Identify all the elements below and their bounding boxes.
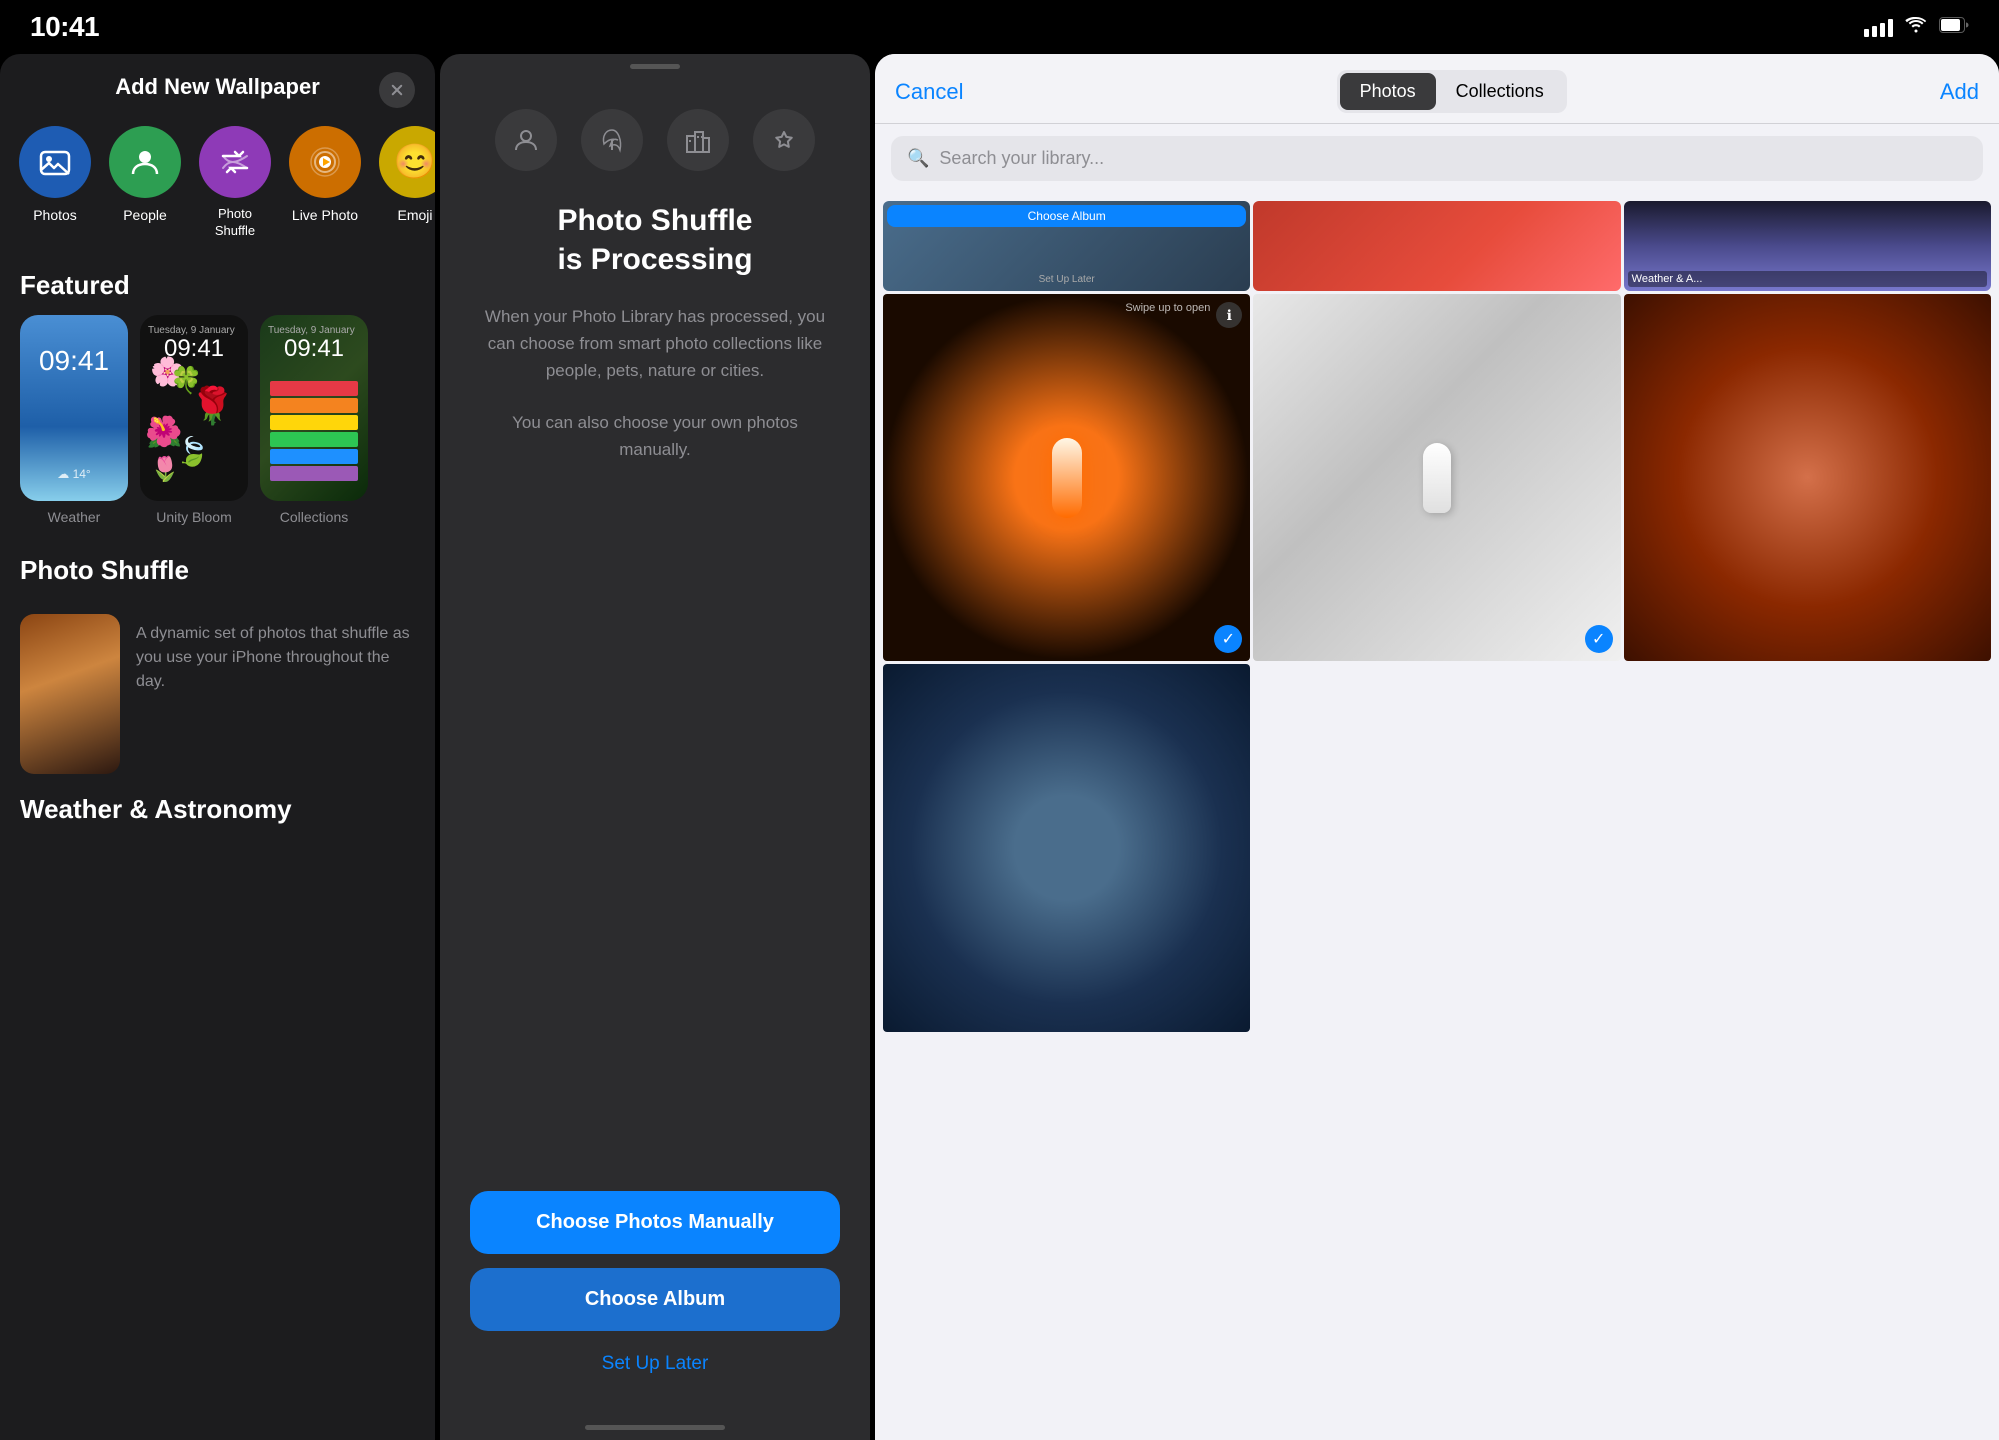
- weather-label: Weather: [20, 509, 128, 525]
- collections-time: 09:41: [260, 335, 368, 363]
- photo-shuffle-processing-panel: Photo Shuffle is Processing When your Ph…: [440, 54, 870, 1440]
- signal-icon: [1864, 17, 1893, 37]
- wifi-icon: [1905, 16, 1927, 39]
- tab-photos[interactable]: Photos: [1340, 73, 1436, 110]
- choose-album-thumb[interactable]: Choose Album Set Up Later: [883, 201, 1250, 291]
- photo-shuffle-type-label: Photo Shuffle: [215, 206, 255, 240]
- featured-section-title: Featured: [0, 260, 435, 315]
- unity-bloom-label: Unity Bloom: [140, 509, 248, 525]
- choose-album-button[interactable]: Choose Album: [470, 1268, 840, 1331]
- photo-1-inner: [883, 294, 1250, 661]
- battery-icon: [1939, 16, 1969, 39]
- unity-bloom-preview: 09:41 Tuesday, 9 January 🌸 🌹 🌺 🍀 🍃 🌷: [140, 315, 248, 501]
- shuffle-preview-thumb: [20, 614, 120, 774]
- status-icons: [1864, 16, 1969, 39]
- status-time: 10:41: [30, 11, 99, 43]
- processing-desc-1: When your Photo Library has processed, y…: [440, 303, 870, 385]
- photo-cell-2[interactable]: ✓: [1253, 294, 1620, 661]
- check-2: ✓: [1585, 625, 1613, 653]
- type-live-photo[interactable]: Live Photo: [280, 126, 370, 240]
- wallpaper-types-row: Photos People: [0, 116, 435, 260]
- weather-album-thumb[interactable]: Weather & A...: [1624, 201, 1991, 291]
- set-up-later-button[interactable]: Set Up Later: [470, 1345, 840, 1405]
- type-photo-shuffle[interactable]: Photo Shuffle: [190, 126, 280, 240]
- type-photos[interactable]: Photos: [10, 126, 100, 240]
- filter-favorites-icon[interactable]: [753, 109, 815, 171]
- filter-icons-row: [495, 69, 815, 201]
- weather-time: 09:41: [20, 345, 128, 377]
- filter-nature-icon[interactable]: [581, 109, 643, 171]
- photo-shuffle-icon-circle: [199, 126, 271, 198]
- weather-album-label: Weather & A...: [1628, 271, 1987, 287]
- photos-picker-panel: Cancel Photos Collections Add 🔍 Search y…: [875, 54, 1999, 1440]
- collections-label: Collections: [260, 509, 368, 525]
- red-photo-thumb[interactable]: [1253, 201, 1620, 291]
- live-photo-type-label: Live Photo: [292, 206, 358, 224]
- cancel-button[interactable]: Cancel: [895, 79, 963, 105]
- setup-later-text: Set Up Later: [883, 274, 1250, 285]
- home-indicator: [585, 1425, 725, 1430]
- live-photo-icon-circle: [289, 126, 361, 198]
- people-type-label: People: [123, 206, 167, 224]
- processing-desc-2: You can also choose your own photos manu…: [440, 409, 870, 463]
- featured-unity-bloom[interactable]: 09:41 Tuesday, 9 January 🌸 🌹 🌺 🍀 🍃 🌷 Uni…: [140, 315, 248, 525]
- photo-2-inner: [1253, 294, 1620, 661]
- search-placeholder: Search your library...: [939, 148, 1104, 169]
- emoji-type-label: Emoji: [397, 206, 432, 224]
- photo-cell-4[interactable]: [883, 664, 1250, 1031]
- photo-cell-1[interactable]: ℹ Swipe up to open ✓: [883, 294, 1250, 661]
- photo-shuffle-section: A dynamic set of photos that shuffle as …: [0, 614, 435, 774]
- photo-grid-container: Choose Album Set Up Later Weather & A...: [875, 193, 1999, 1440]
- panels-container: Add New Wallpaper Photos: [0, 54, 1999, 1440]
- processing-title: Photo Shuffle is Processing: [517, 201, 792, 279]
- panel-3-header: Cancel Photos Collections Add: [875, 54, 1999, 124]
- shuffle-description: A dynamic set of photos that shuffle as …: [136, 614, 415, 774]
- main-photo-grid: ℹ Swipe up to open ✓ ✓: [879, 291, 1995, 1035]
- photos-type-label: Photos: [33, 206, 77, 224]
- photo-shuffle-section-title: Photo Shuffle: [0, 545, 435, 600]
- choose-album-overlay-label: Choose Album: [1028, 209, 1106, 223]
- photos-icon-circle: [19, 126, 91, 198]
- action-buttons: Choose Photos Manually Choose Album Set …: [440, 1191, 870, 1425]
- type-emoji[interactable]: 😊 Emoji: [370, 126, 435, 240]
- photo-4-inner: [883, 664, 1250, 1031]
- featured-scroll: 09:41 ☁ 14° Weather 09:41 Tuesday, 9 Jan…: [0, 315, 435, 545]
- featured-collections[interactable]: 09:41 Tuesday, 9 January Collections: [260, 315, 368, 525]
- choose-album-overlay-btn[interactable]: Choose Album: [887, 205, 1246, 227]
- rainbow-stripes: [270, 381, 358, 481]
- status-bar: 10:41: [0, 0, 1999, 54]
- people-icon-circle: [109, 126, 181, 198]
- shuffle-content: A dynamic set of photos that shuffle as …: [20, 614, 415, 774]
- panel-1-title: Add New Wallpaper: [115, 74, 320, 100]
- emoji-icon-circle: 😊: [379, 126, 435, 198]
- search-bar[interactable]: 🔍 Search your library...: [891, 136, 1983, 181]
- photo-3-inner: [1624, 294, 1991, 661]
- choose-photos-manually-button[interactable]: Choose Photos Manually: [470, 1191, 840, 1254]
- weather-preview: 09:41 ☁ 14°: [20, 315, 128, 501]
- album-strip: Choose Album Set Up Later Weather & A...: [879, 197, 1995, 291]
- add-button[interactable]: Add: [1940, 79, 1979, 105]
- tab-collections[interactable]: Collections: [1436, 73, 1564, 110]
- close-button[interactable]: [379, 72, 415, 108]
- photo-cell-3[interactable]: [1624, 294, 1991, 661]
- add-wallpaper-panel: Add New Wallpaper Photos: [0, 54, 435, 1440]
- search-icon: 🔍: [907, 148, 929, 169]
- type-people[interactable]: People: [100, 126, 190, 240]
- featured-weather[interactable]: 09:41 ☁ 14° Weather: [20, 315, 128, 525]
- filter-city-icon[interactable]: [667, 109, 729, 171]
- filter-person-icon[interactable]: [495, 109, 557, 171]
- weather-astronomy-title: Weather & Astronomy: [0, 774, 435, 825]
- swipe-label-1: Swipe up to open: [1125, 302, 1210, 314]
- tabs-container: Photos Collections: [1337, 70, 1567, 113]
- panel-1-header: Add New Wallpaper: [0, 54, 435, 116]
- collections-preview: 09:41 Tuesday, 9 January: [260, 315, 368, 501]
